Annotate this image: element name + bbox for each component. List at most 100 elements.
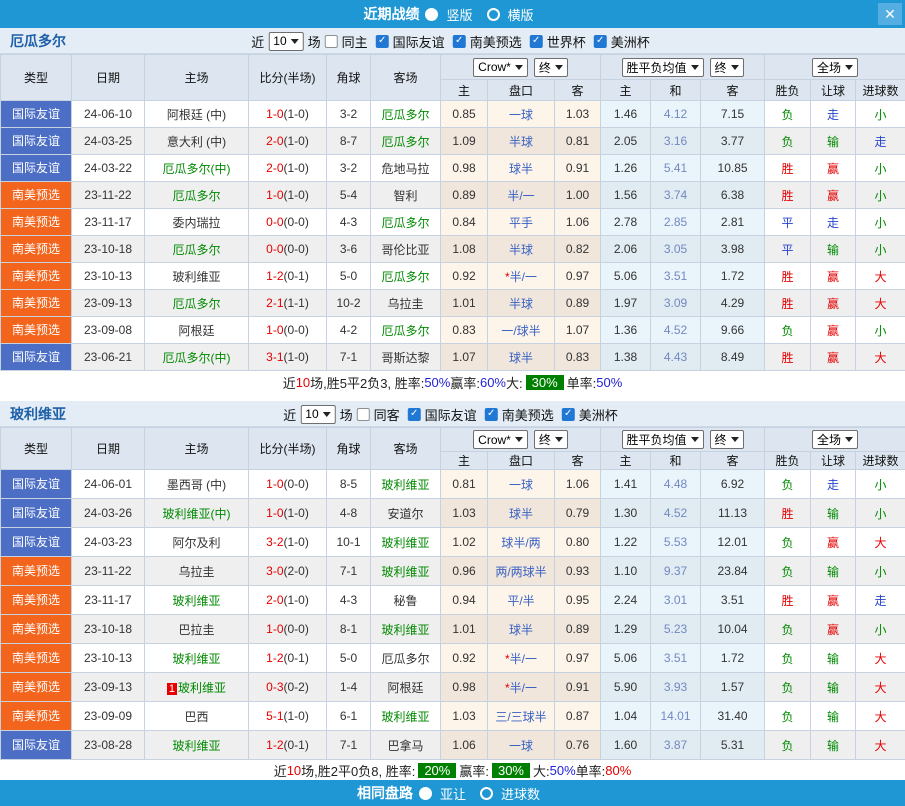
wdl-average-select[interactable]: 胜平负均值 (622, 58, 704, 77)
competition-label-2[interactable]: 世界杯 (547, 32, 586, 51)
result-goals-cell: 小 (856, 470, 905, 499)
avg-draw-cell: 4.43 (651, 344, 701, 371)
crow-select-wrap: Crow* 终 (441, 58, 600, 77)
match-count-select[interactable]: 10 (268, 32, 303, 51)
fulltime-score: 1-0 (266, 622, 283, 636)
odds-away-cell: 1.00 (555, 182, 601, 209)
competition-label-0[interactable]: 国际友谊 (393, 32, 445, 51)
match-type-cell: 国际友谊 (1, 344, 72, 371)
scope-select[interactable]: 全场 (812, 430, 858, 449)
date-cell: 24-03-22 (72, 155, 145, 182)
odds-away-cell: 0.95 (555, 586, 601, 615)
competition-checkbox-0[interactable] (408, 408, 421, 421)
home-team-cell: 意大利 (中) (145, 128, 249, 155)
match-type-badge: 南美预选 (1, 263, 71, 289)
same-venue-label[interactable]: 同客 (374, 405, 400, 424)
competition-checkbox-1[interactable] (453, 35, 466, 48)
avg-select-wrap: 胜平负均值终 (601, 430, 764, 449)
avg-lose-cell: 2.81 (701, 209, 765, 236)
fulltime-score: 1-0 (266, 107, 283, 121)
away-team-name: 哥伦比亚 (381, 243, 429, 257)
competition-label-1[interactable]: 南美预选 (502, 405, 554, 424)
home-team-cell: 厄瓜多尔(中) (145, 155, 249, 182)
summary-segment: 10 (296, 375, 310, 390)
competition-label-1[interactable]: 南美预选 (470, 32, 522, 51)
home-team-cell: 委内瑞拉 (145, 209, 249, 236)
match-count-select[interactable]: 10 (300, 405, 335, 424)
same-venue-label[interactable]: 同主 (342, 32, 368, 51)
halftime-score: (1-0) (284, 709, 309, 723)
crow-select[interactable]: Crow* (473, 430, 528, 449)
avg-win-cell: 1.38 (601, 344, 651, 371)
layout-vertical-radio[interactable] (425, 8, 438, 21)
home-team-cell: 玻利维亚 (145, 731, 249, 760)
home-team-cell: 厄瓜多尔 (145, 236, 249, 263)
result-goals-cell: 小 (856, 209, 905, 236)
same-venue-checkbox[interactable] (357, 408, 370, 421)
summary-segment: 大: (506, 373, 523, 392)
handicap-text: 一球 (509, 108, 533, 122)
chevron-down-icon (731, 65, 739, 70)
competition-checkbox-2[interactable] (530, 35, 543, 48)
competition-checkbox-1[interactable] (485, 408, 498, 421)
handicap-cell: 一/球半 (488, 317, 555, 344)
final-odds-select[interactable]: 终 (534, 58, 568, 77)
col-header: 胜负 (765, 80, 811, 101)
result-wdl-cell: 负 (765, 101, 811, 128)
odds-home-cell: 0.84 (441, 209, 488, 236)
col-header: 和 (651, 452, 701, 470)
final-avg-select[interactable]: 终 (710, 58, 744, 77)
date-cell: 23-10-18 (72, 236, 145, 263)
competition-label-0[interactable]: 国际友谊 (425, 405, 477, 424)
result-goals-cell: 小 (856, 317, 905, 344)
asian-handicap-label[interactable]: 亚让 (440, 784, 466, 803)
crow-select[interactable]: Crow* (473, 58, 528, 77)
corner-cell: 4-3 (327, 209, 371, 236)
same-venue-checkbox[interactable] (325, 35, 338, 48)
match-type-badge: 南美预选 (1, 673, 71, 701)
home-team-name: 玻利维亚(中) (163, 507, 231, 521)
scope-select[interactable]: 全场 (812, 58, 858, 77)
result-goals-cell: 大 (856, 673, 905, 702)
result-goals-cell: 小 (856, 182, 905, 209)
avg-draw-cell: 14.01 (651, 702, 701, 731)
away-team-name: 玻利维亚 (381, 478, 429, 492)
wdl-average-select[interactable]: 胜平负均值 (622, 430, 704, 449)
date-cell: 24-03-25 (72, 128, 145, 155)
close-button[interactable]: ✕ (878, 3, 902, 25)
competition-label-3[interactable]: 美洲杯 (611, 32, 650, 51)
away-team-cell: 厄瓜多尔 (371, 101, 441, 128)
score-cell: 1-0(0-0) (249, 317, 327, 344)
result-handicap-cell: 输 (811, 644, 856, 673)
summary-segment: 10 (287, 763, 301, 778)
halftime-score: (0-0) (284, 242, 309, 256)
match-row: 南美预选23-09-08阿根廷1-0(0-0)4-2厄瓜多尔0.83一/球半1.… (1, 317, 905, 344)
layout-horizontal-label[interactable]: 横版 (508, 5, 534, 24)
halftime-score: (0-1) (284, 269, 309, 283)
scope-select-group: 全场 (765, 55, 905, 80)
final-avg-select[interactable]: 终 (710, 430, 744, 449)
summary-row: 近10场,胜2平0负8, 胜率:20% 赢率:30% 大:50% 单率:80% (0, 760, 905, 780)
score-cell: 2-0(1-0) (249, 586, 327, 615)
competition-checkbox-0[interactable] (376, 35, 389, 48)
odds-home-cell: 0.96 (441, 557, 488, 586)
away-team-cell: 玻利维亚 (371, 470, 441, 499)
corner-cell: 8-1 (327, 615, 371, 644)
result-wdl-cell: 负 (765, 702, 811, 731)
competition-checkbox-3[interactable] (594, 35, 607, 48)
layout-vertical-label[interactable]: 竖版 (446, 5, 472, 24)
competition-checkbox-2[interactable] (562, 408, 575, 421)
goals-label[interactable]: 进球数 (501, 784, 540, 803)
date-cell: 23-11-22 (72, 182, 145, 209)
corner-cell: 5-0 (327, 263, 371, 290)
odds-home-cell: 0.92 (441, 263, 488, 290)
odds-away-cell: 0.93 (555, 557, 601, 586)
competition-label-2[interactable]: 美洲杯 (579, 405, 618, 424)
result-wdl-cell: 负 (765, 317, 811, 344)
corner-cell: 5-4 (327, 182, 371, 209)
odds-away-cell: 0.91 (555, 673, 601, 702)
col-header: 比分(半场) (249, 428, 327, 470)
layout-horizontal-radio[interactable] (487, 8, 500, 21)
final-odds-select[interactable]: 终 (534, 430, 568, 449)
odds-away-cell: 0.97 (555, 644, 601, 673)
